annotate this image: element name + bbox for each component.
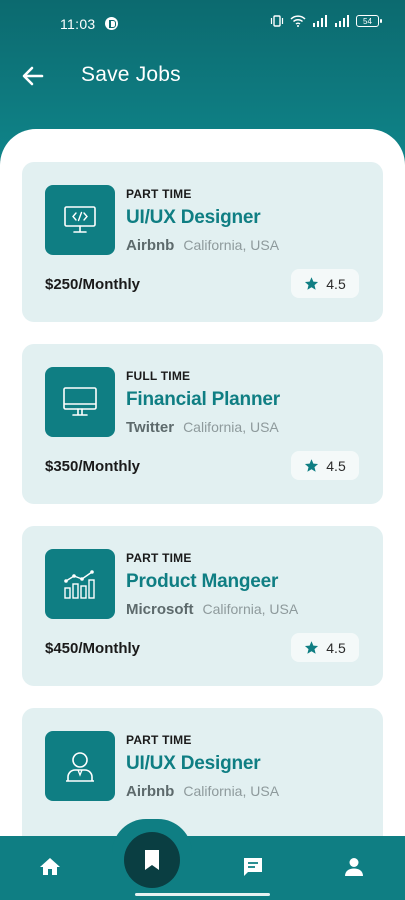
job-location: California, USA — [183, 419, 279, 435]
nav-profile[interactable] — [341, 854, 367, 880]
job-title[interactable]: UI/UX Designer — [126, 207, 261, 229]
job-salary: $350/Monthly — [45, 458, 141, 475]
monitor-icon — [63, 387, 97, 416]
job-title[interactable]: Financial Planner — [126, 389, 280, 411]
monitor-code-icon — [64, 206, 96, 233]
company-line: Microsoft California, USA — [126, 601, 298, 618]
job-icon-box — [45, 731, 115, 801]
job-icon-box — [45, 185, 115, 255]
job-card[interactable]: PART TIME Product Mangeer Microsoft Calif… — [22, 526, 383, 686]
status-bar: 11:03 54 — [0, 0, 405, 44]
rating-value: 4.5 — [326, 275, 346, 292]
job-salary: $250/Monthly — [45, 276, 141, 293]
rating-badge: 4.5 — [291, 269, 359, 298]
title-bar: Save Jobs — [0, 58, 405, 94]
nav-home[interactable] — [37, 854, 63, 880]
job-location: California, USA — [183, 237, 280, 253]
status-icons: 54 — [270, 15, 382, 27]
job-title[interactable]: Product Mangeer — [126, 571, 278, 593]
job-card[interactable]: FULL TIME Financial Planner Twitter Calif… — [22, 344, 383, 504]
star-icon — [305, 641, 319, 654]
job-title[interactable]: UI/UX Designer — [126, 753, 261, 775]
company-name: Microsoft — [126, 601, 194, 618]
signal-icon — [313, 15, 327, 27]
vibrate-icon — [270, 15, 284, 27]
job-type: PART TIME — [126, 733, 192, 747]
job-card[interactable]: PART TIME UI/UX Designer Airbnb Californi… — [22, 162, 383, 322]
back-arrow-icon[interactable] — [20, 63, 46, 89]
rating-value: 4.5 — [326, 457, 346, 474]
star-icon — [305, 277, 319, 290]
company-name: Twitter — [126, 419, 175, 436]
job-type: PART TIME — [126, 187, 192, 201]
notification-app-icon — [105, 17, 118, 30]
job-type: FULL TIME — [126, 369, 191, 383]
user-person-icon — [66, 752, 94, 782]
nav-messages[interactable] — [240, 854, 266, 880]
company-name: Airbnb — [126, 783, 175, 800]
job-salary: $450/Monthly — [45, 640, 141, 657]
rating-badge: 4.5 — [291, 633, 359, 662]
job-type: PART TIME — [126, 551, 192, 565]
page-title: Save Jobs — [81, 63, 181, 86]
job-icon-box — [45, 367, 115, 437]
battery-icon: 54 — [356, 15, 382, 27]
signal-icon-2 — [335, 15, 349, 27]
star-icon — [305, 459, 319, 472]
job-location: California, USA — [202, 601, 299, 617]
company-name: Airbnb — [126, 237, 175, 254]
profile-icon — [345, 858, 363, 876]
nav-saved-jobs[interactable] — [124, 832, 180, 888]
rating-value: 4.5 — [326, 639, 346, 656]
home-indicator — [135, 893, 270, 896]
wifi-icon — [290, 15, 306, 27]
job-location: California, USA — [183, 783, 280, 799]
home-icon — [40, 858, 60, 875]
chat-icon — [244, 858, 262, 876]
status-time: 11:03 — [60, 16, 96, 32]
job-icon-box — [45, 549, 115, 619]
company-line: Airbnb California, USA — [126, 783, 279, 800]
company-line: Twitter California, USA — [126, 419, 279, 436]
chart-growth-icon — [64, 570, 95, 599]
bookmark-icon — [145, 850, 159, 870]
saved-jobs-list[interactable]: PART TIME UI/UX Designer Airbnb Californi… — [0, 129, 405, 900]
rating-badge: 4.5 — [291, 451, 359, 480]
company-line: Airbnb California, USA — [126, 237, 279, 254]
